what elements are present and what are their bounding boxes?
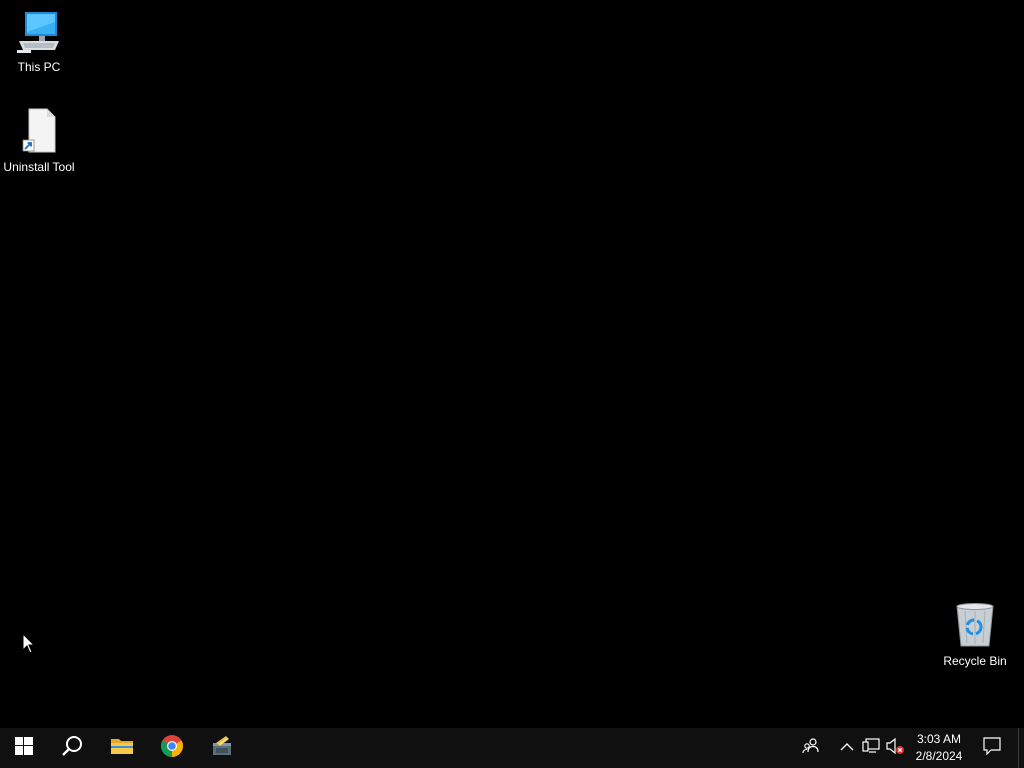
chrome-button[interactable]	[148, 728, 196, 768]
show-hidden-icons-button[interactable]	[836, 728, 858, 768]
clock-time: 3:03 AM	[916, 732, 962, 746]
desktop-icon-uninstall-tool[interactable]: Uninstall Tool	[1, 108, 77, 174]
desktop-icon-this-pc[interactable]: This PC	[1, 10, 77, 74]
monitor-icon	[1, 10, 77, 57]
notification-icon	[983, 736, 1001, 760]
volume-muted-icon	[885, 737, 905, 760]
volume-button[interactable]	[884, 728, 906, 768]
app-button[interactable]	[198, 728, 246, 768]
chevron-up-icon	[840, 739, 854, 757]
app-icon	[210, 734, 234, 763]
clock[interactable]: 3:03 AM 2/8/2024	[908, 728, 970, 768]
notification-center-button[interactable]	[978, 728, 1006, 768]
desktop-icon-recycle-bin[interactable]: Recycle Bin	[937, 602, 1013, 668]
desktop-icon-label: Uninstall Tool	[3, 160, 75, 174]
taskbar: 3:03 AM 2/8/2024	[0, 728, 1024, 768]
show-desktop-button[interactable]	[1018, 728, 1024, 768]
windows-logo-icon	[15, 736, 33, 760]
mouse-cursor-icon	[22, 632, 36, 660]
folder-icon	[110, 736, 134, 761]
start-button[interactable]	[0, 728, 48, 768]
search-icon	[61, 735, 83, 762]
people-icon	[802, 737, 820, 760]
people-button[interactable]	[798, 728, 824, 768]
network-icon	[862, 737, 880, 759]
clock-date: 2/8/2024	[915, 749, 963, 763]
desktop-icon-label: Recycle Bin	[943, 654, 1007, 668]
chrome-icon	[160, 734, 184, 763]
search-button[interactable]	[48, 728, 96, 768]
file-explorer-button[interactable]	[98, 728, 146, 768]
desktop[interactable]: This PC Uninstall Tool Recycle Bin	[0, 0, 1024, 728]
recycle-bin-icon	[937, 602, 1013, 651]
blank-document-shortcut-icon	[1, 108, 77, 157]
network-button[interactable]	[860, 728, 882, 768]
desktop-icon-label: This PC	[17, 60, 61, 74]
